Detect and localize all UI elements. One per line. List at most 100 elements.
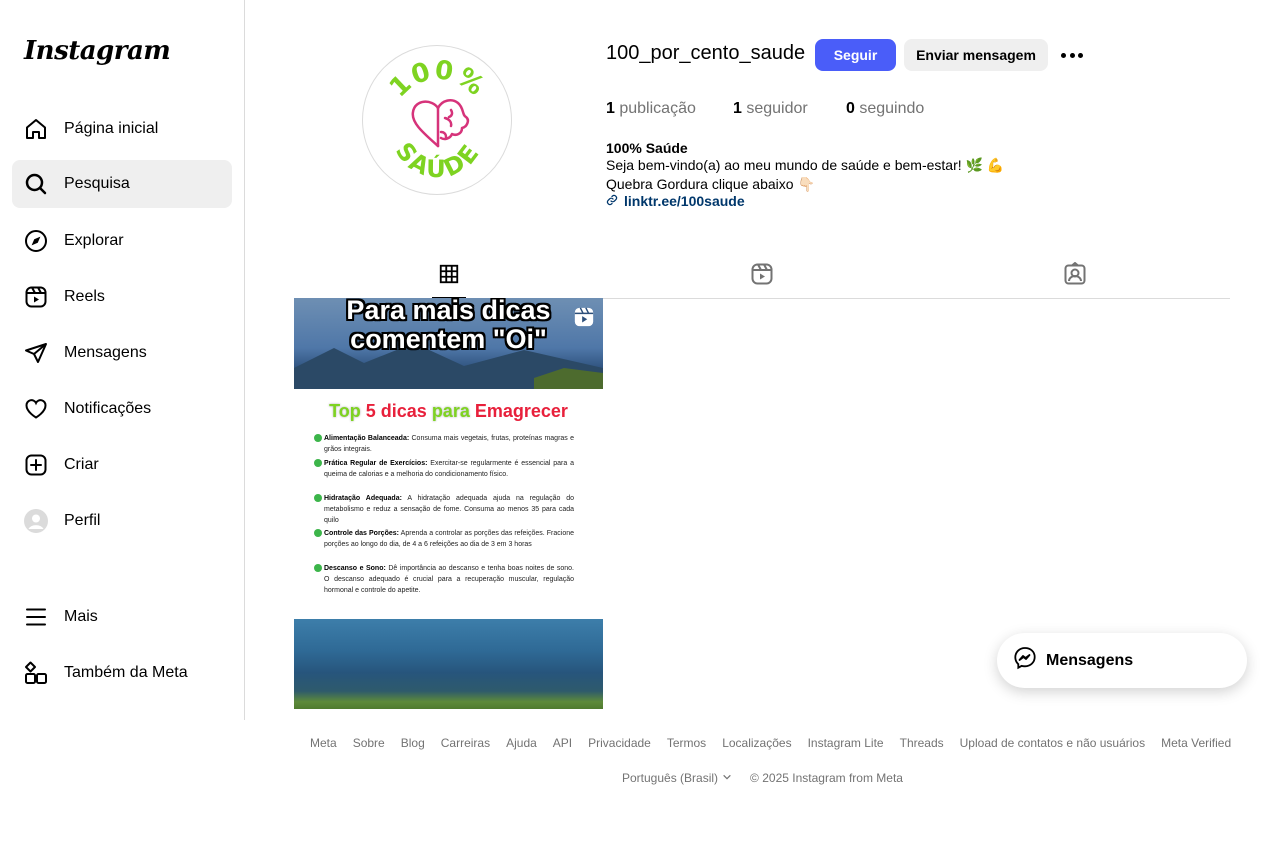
tip-item: Alimentação Balanceada: Consuma mais veg… [314,433,574,455]
language-select[interactable]: Português (Brasil) [622,771,732,785]
post-image-bottom [294,619,603,709]
sidebar-item-messages[interactable]: Mensagens [12,329,232,377]
compass-icon [24,229,48,253]
tab-tagged[interactable] [1061,261,1089,291]
sidebar-item-label: Notificações [64,400,152,417]
sidebar-item-label: Reels [64,288,105,305]
check-icon [314,494,322,502]
meta-grid-icon [24,661,48,685]
bio-line-2: Quebra Gordura clique abaixo 👇🏻 [606,176,815,192]
tip-item: Prática Regular de Exercícios: Exercitar… [314,458,574,480]
copyright: © 2025 Instagram from Meta [750,771,903,785]
sidebar-item-reels[interactable]: Reels [12,273,232,321]
sidebar-item-explore[interactable]: Explorar [12,217,232,265]
profile-avatar[interactable]: 100% SAÚDE [362,45,512,195]
send-message-button[interactable]: Enviar mensagem [904,39,1048,71]
sidebar-item-profile[interactable]: Perfil [12,497,232,545]
search-icon [24,172,48,196]
footer-link[interactable]: Instagram Lite [808,736,884,750]
sidebar-item-create[interactable]: Criar [12,441,232,489]
svg-text:100%: 100% [384,55,491,103]
instagram-logo[interactable]: Instagram [24,36,171,66]
avatar-text-top: 100% [384,55,489,103]
link-icon [606,193,618,209]
post-caption-line-1: Para mais dicas [346,298,551,325]
sidebar-item-also-from-meta[interactable]: Também da Meta [12,649,232,697]
post-thumbnail[interactable]: Para mais dicas comentem "Oi" Top 5 dica… [294,298,603,709]
post-tips-panel: Top 5 dicas para Emagrecer Alimentação B… [294,389,603,619]
post-caption: Para mais dicas comentem "Oi" [294,298,603,354]
sidebar-item-home[interactable]: Página inicial [12,105,232,153]
tip-head: Controle das Porções: [324,530,399,537]
bio-link[interactable]: linktr.ee/100saude [606,193,745,209]
sidebar-item-label: Pesquisa [64,175,130,192]
footer-link[interactable]: Privacidade [588,736,651,750]
tagged-icon [1063,261,1087,291]
following-count: 0 [846,100,855,117]
followers-stat[interactable]: 1 seguidor [733,100,808,118]
post-title: Top 5 dicas para Emagrecer [294,401,603,422]
footer-link[interactable]: Ajuda [506,736,537,750]
home-icon [24,117,48,141]
reels-icon [24,285,48,309]
tip-item: Descanso e Sono: Dê importância ao desca… [314,563,574,596]
chevron-down-icon [722,771,732,785]
sidebar-item-more[interactable]: Mais [12,593,232,641]
footer-link[interactable]: Upload de contatos e não usuários [960,736,1145,750]
messages-pill-label: Mensagens [1046,651,1134,669]
language-label: Português (Brasil) [622,771,719,785]
posts-label: publicação [619,100,696,117]
footer-link[interactable]: Carreiras [441,736,490,750]
following-label: seguindo [859,100,925,117]
menu-icon [24,605,48,629]
tab-reels[interactable] [748,262,776,290]
tip-item: Hidratação Adequada: A hidratação adequa… [314,493,574,526]
sidebar-item-label: Perfil [64,512,101,529]
post-caption-line-2: comentem "Oi" [350,324,547,354]
tab-posts[interactable] [435,262,463,290]
sidebar-item-search[interactable]: Pesquisa [12,160,232,208]
sidebar: Instagram Página inicial Pesquisa Explor… [0,0,245,720]
tip-head: Prática Regular de Exercícios: [324,460,428,467]
post-title-part-3: para [431,401,470,421]
sidebar-item-label: Mais [64,608,98,625]
check-icon [314,564,322,572]
footer-link[interactable]: API [553,736,572,750]
post-title-part-4: Emagrecer [474,401,568,421]
posts-count-stat: 1 publicação [606,100,696,118]
tip-head: Alimentação Balanceada: [324,435,410,442]
footer-link[interactable]: Localizações [722,736,791,750]
footer-bottom: Português (Brasil) © 2025 Instagram from… [622,771,903,785]
sidebar-item-notifications[interactable]: Notificações [12,385,232,433]
footer-link[interactable]: Meta [310,736,337,750]
tip-item: Controle das Porções: Aprenda a controla… [314,528,574,550]
avatar-icon [24,509,48,533]
post-title-part-2: 5 dicas [365,401,427,421]
grid-icon [438,263,460,290]
bio-name: 100% Saúde [606,140,688,156]
profile-username: 100_por_cento_saude [606,42,806,64]
plus-square-icon [24,453,48,477]
followers-label: seguidor [746,100,808,117]
footer-link[interactable]: Meta Verified [1161,736,1231,750]
post-title-part-1: Top [329,401,361,421]
footer-link[interactable]: Sobre [353,736,385,750]
more-options-icon[interactable] [1058,45,1086,65]
following-stat[interactable]: 0 seguindo [846,100,924,118]
reel-badge-icon [573,306,595,333]
follow-button[interactable]: Seguir [815,39,896,71]
check-icon [314,434,322,442]
sidebar-item-label: Explorar [64,232,124,249]
footer-link[interactable]: Blog [401,736,425,750]
sidebar-item-label: Página inicial [64,120,159,137]
messages-pill-button[interactable]: Mensagens [997,633,1247,688]
footer-link[interactable]: Termos [667,736,706,750]
bio-link-text: linktr.ee/100saude [624,193,745,209]
check-icon [314,529,322,537]
posts-count: 1 [606,100,615,117]
footer-link[interactable]: Threads [900,736,944,750]
send-icon [24,341,48,365]
messenger-icon [1013,646,1037,675]
heart-icon [24,397,48,421]
sidebar-item-label: Também da Meta [64,664,188,681]
